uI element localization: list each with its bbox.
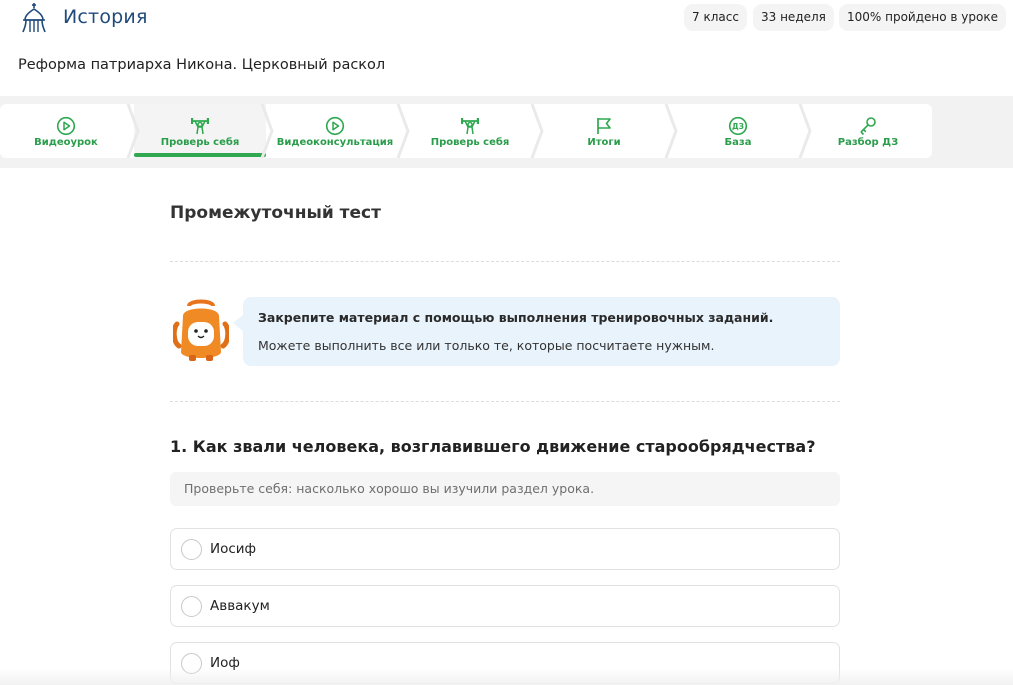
divider: [170, 401, 840, 402]
lesson-tabs: Видеоурок Проверь себя Видеоконсультация…: [0, 104, 932, 158]
answer-option[interactable]: Аввакум: [170, 585, 840, 627]
tab-separator: [664, 104, 678, 158]
tab-separator: [396, 104, 410, 158]
divider: [170, 261, 840, 262]
tab-base[interactable]: ДЗ База: [672, 104, 804, 158]
tab-label: Итоги: [587, 137, 621, 148]
tab-videoconsultation[interactable]: Видеоконсультация: [268, 104, 402, 158]
tab-label: Видеоконсультация: [276, 137, 394, 148]
tab-separator: [530, 104, 544, 158]
svg-text:ДЗ: ДЗ: [732, 122, 744, 131]
tab-videourok[interactable]: Видеоурок: [0, 104, 132, 158]
question-hint: Проверьте себя: насколько хорошо вы изуч…: [170, 472, 840, 506]
bottom-fade: [0, 668, 1013, 685]
tip-line: Можете выполнить все или только те, кото…: [258, 338, 715, 353]
tab-label: Проверь себя: [160, 137, 240, 148]
backpack-mascot-icon: [173, 299, 229, 361]
tip-line-bold: Закрепите материал с помощью выполнения …: [258, 310, 774, 325]
answer-label: Аввакум: [210, 598, 270, 614]
subject-title[interactable]: История: [63, 6, 148, 28]
tab-label: Видеоурок: [34, 137, 98, 148]
question-text: 1. Как звали человека, возглавившего дви…: [170, 437, 816, 456]
grade-chip: 7 класс: [684, 4, 747, 31]
play-circle-icon: [56, 116, 76, 136]
tab-label: Проверь себя: [430, 137, 510, 148]
lesson-title: Реформа патриарха Никона. Церковный раск…: [18, 57, 386, 73]
tip-bubble: Закрепите материал с помощью выполнения …: [233, 297, 840, 366]
tab-separator: [798, 104, 812, 158]
answer-label: Иосиф: [210, 541, 257, 557]
tab-separator: [260, 104, 274, 158]
tab-check-yourself-2[interactable]: Проверь себя: [404, 104, 536, 158]
flag-icon: [597, 118, 611, 134]
weightlifter-icon: [461, 118, 479, 135]
top-bar: История 7 класс 33 неделя 100% пройдено …: [0, 0, 1013, 44]
weightlifter-icon: [191, 118, 209, 135]
key-icon: [860, 117, 876, 136]
dz-badge-icon: ДЗ: [728, 116, 748, 136]
radio-button[interactable]: [181, 539, 202, 560]
progress-chip: 100% пройдено в уроке: [839, 4, 1006, 31]
tab-separator: [126, 104, 140, 158]
tab-label: Разбор ДЗ: [837, 137, 899, 148]
answer-option[interactable]: Иосиф: [170, 528, 840, 570]
tab-check-yourself-1[interactable]: Проверь себя: [134, 104, 266, 158]
tab-label: База: [724, 137, 752, 148]
radio-button[interactable]: [181, 596, 202, 617]
test-title: Промежуточный тест: [170, 203, 381, 223]
week-chip: 33 неделя: [753, 4, 834, 31]
active-tab-underline: [134, 153, 266, 157]
church-dome-logo-icon[interactable]: [20, 2, 48, 34]
play-circle-icon: [325, 116, 345, 136]
tab-homework-review[interactable]: Разбор ДЗ: [806, 104, 930, 158]
tab-summary[interactable]: Итоги: [538, 104, 670, 158]
